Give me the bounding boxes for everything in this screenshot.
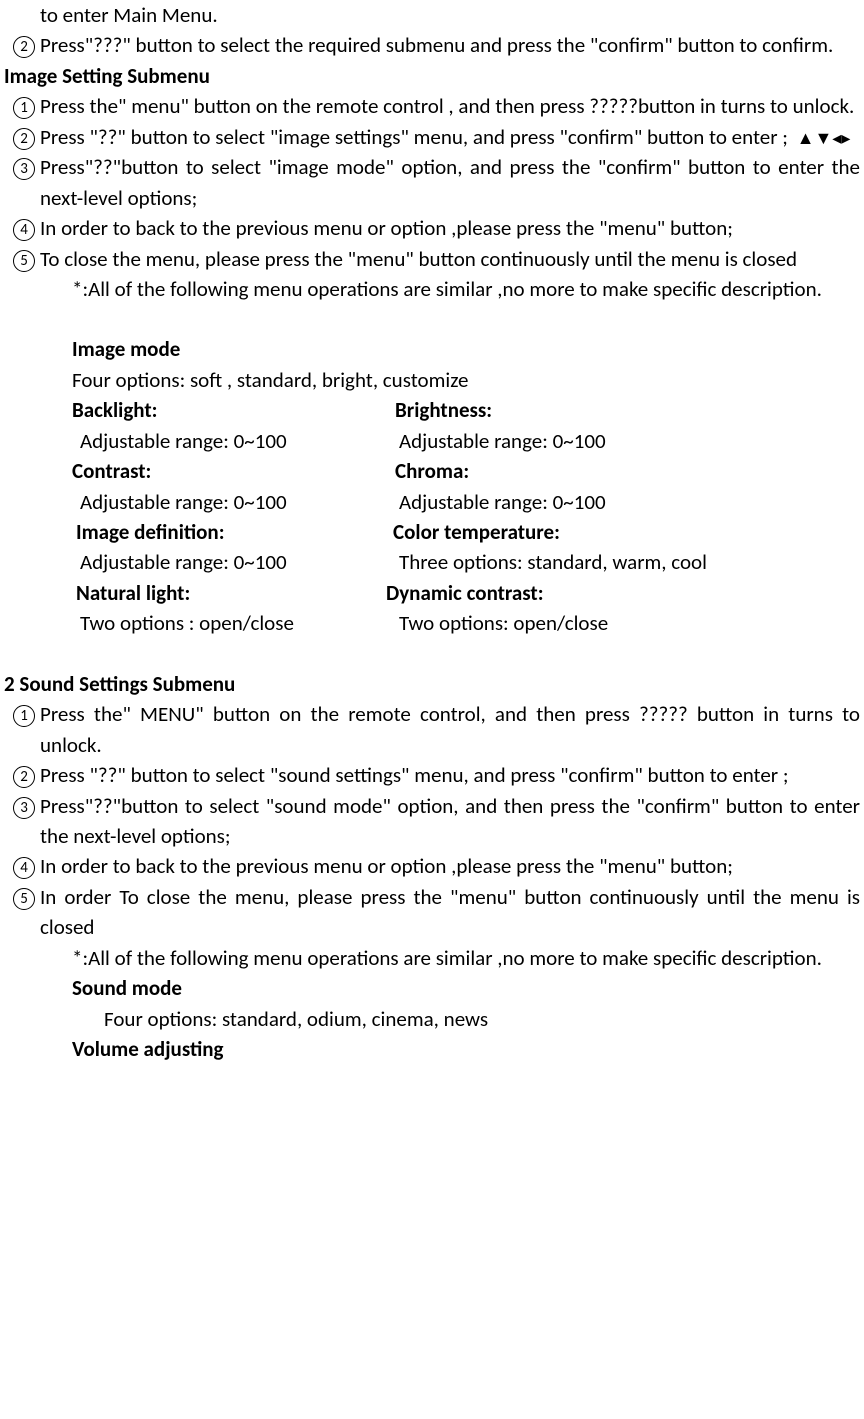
blank-line <box>4 639 860 669</box>
sound-step-1-text: Press the" MENU" button on the remote co… <box>40 699 860 760</box>
circled-number: 1 <box>13 97 35 119</box>
image-step-1-text: Press the" menu" button on the remote co… <box>40 91 860 121</box>
brightness-label: Brightness: <box>395 395 860 425</box>
image-step-4: 4 In order to back to the previous menu … <box>12 213 860 243</box>
circled-number: 2 <box>13 766 35 788</box>
sound-step-1: 1 Press the" MENU" button on the remote … <box>12 699 860 760</box>
sound-step-3-text: Press"??"button to select "sound mode" o… <box>40 791 860 852</box>
image-step-4-text: In order to back to the previous menu or… <box>40 213 860 243</box>
chroma-label: Chroma: <box>395 456 860 486</box>
main-menu-step-2: 2 Press"???" button to select the requir… <box>12 30 860 60</box>
circled-number: 2 <box>13 128 35 150</box>
circled-number: 4 <box>13 857 35 879</box>
natural-light-value: Two options : open/close <box>80 608 399 638</box>
param-row-2-values: Adjustable range: 0~100 Adjustable range… <box>80 487 860 517</box>
circled-number: 5 <box>13 888 35 910</box>
document-page: to enter Main Menu. 2 Press"???" button … <box>0 0 864 1074</box>
image-mode-options: Four options: soft , standard, bright, c… <box>72 365 860 395</box>
param-row-1-values: Adjustable range: 0~100 Adjustable range… <box>80 426 860 456</box>
backlight-value: Adjustable range: 0~100 <box>80 426 399 456</box>
image-step-3: 3 Press"??"button to select "image mode"… <box>12 152 860 213</box>
image-step-1: 1 Press the" menu" button on the remote … <box>12 91 860 121</box>
param-row-4-values: Two options : open/close Two options: op… <box>80 608 860 638</box>
sound-mode-options: Four options: standard, odium, cinema, n… <box>104 1004 860 1034</box>
image-definition-value: Adjustable range: 0~100 <box>80 547 399 577</box>
sound-step-5: 5 In order To close the menu, please pre… <box>12 882 860 943</box>
dynamic-contrast-value: Two options: open/close <box>399 608 860 638</box>
backlight-label: Backlight: <box>72 395 395 425</box>
param-row-4-labels: Natural light: Dynamic contrast: <box>76 578 860 608</box>
sound-mode-heading: Sound mode <box>72 973 860 1003</box>
sound-note-text: *:All of the following menu operations a… <box>72 943 860 973</box>
circled-number: 4 <box>13 219 35 241</box>
image-setting-title: Image Setting Submenu <box>4 61 860 91</box>
param-row-3-values: Adjustable range: 0~100 Three options: s… <box>80 547 860 577</box>
image-note-text: *:All of the following menu operations a… <box>72 274 860 304</box>
sound-step-2-text: Press "??" button to select "sound setti… <box>40 760 860 790</box>
color-temperature-value: Three options: standard, warm, cool <box>399 547 860 577</box>
param-row-3-labels: Image definition: Color temperature: <box>76 517 860 547</box>
natural-light-label: Natural light: <box>76 578 386 608</box>
circled-number: 3 <box>13 797 35 819</box>
circled-number: 1 <box>13 705 35 727</box>
image-definition-label: Image definition: <box>76 517 393 547</box>
main-menu-step-2-text: Press"???" button to select the required… <box>40 30 860 60</box>
brightness-value: Adjustable range: 0~100 <box>399 426 860 456</box>
volume-adjusting-heading: Volume adjusting <box>72 1034 860 1064</box>
image-step-2: 2 Press "??" button to select "image set… <box>12 122 860 152</box>
sound-step-5-text: In order To close the menu, please press… <box>40 882 860 943</box>
circled-number: 3 <box>13 158 35 180</box>
arrow-icons: ▲▼◂▸ <box>797 128 851 148</box>
image-mode-heading: Image mode <box>72 334 860 364</box>
blank-line <box>4 304 860 334</box>
sound-step-3: 3 Press"??"button to select "sound mode"… <box>12 791 860 852</box>
sound-step-2: 2 Press "??" button to select "sound set… <box>12 760 860 790</box>
circled-number-2: 2 <box>13 36 35 58</box>
param-row-2-labels: Contrast: Chroma: <box>72 456 860 486</box>
chroma-value: Adjustable range: 0~100 <box>399 487 860 517</box>
param-row-1-labels: Backlight: Brightness: <box>72 395 860 425</box>
circled-number: 5 <box>13 250 35 272</box>
contrast-label: Contrast: <box>72 456 395 486</box>
image-step-5-text: To close the menu, please press the "men… <box>40 244 860 274</box>
contrast-value: Adjustable range: 0~100 <box>80 487 399 517</box>
dynamic-contrast-label: Dynamic contrast: <box>386 578 860 608</box>
sound-settings-title: 2 Sound Settings Submenu <box>4 669 860 699</box>
sound-step-4-text: In order to back to the previous menu or… <box>40 851 860 881</box>
color-temperature-label: Color temperature: <box>393 517 860 547</box>
image-step-2-text: Press "??" button to select "image setti… <box>40 122 860 152</box>
image-step-5: 5 To close the menu, please press the "m… <box>12 244 860 274</box>
sound-step-4: 4 In order to back to the previous menu … <box>12 851 860 881</box>
image-step-3-text: Press"??"button to select "image mode" o… <box>40 152 860 213</box>
continuation-line: to enter Main Menu. <box>40 0 860 30</box>
